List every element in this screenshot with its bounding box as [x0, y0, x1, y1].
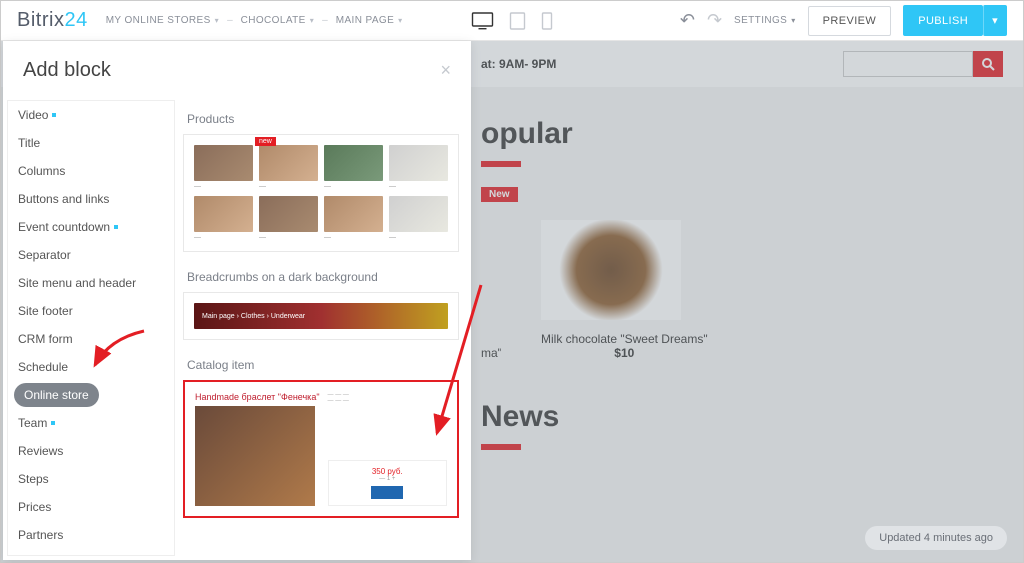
category-item[interactable]: Event countdown	[8, 213, 174, 241]
category-item[interactable]: About	[8, 549, 174, 556]
updated-badge: Updated 4 minutes ago	[865, 526, 1007, 550]
category-item[interactable]: Video	[8, 101, 174, 129]
block-breadcrumbs[interactable]: Main page › Clothes › Underwear	[183, 292, 459, 340]
publish-button[interactable]: PUBLISH	[903, 5, 983, 36]
add-block-modal: Add block × VideoTitleColumnsButtons and…	[3, 41, 471, 560]
desktop-icon[interactable]	[472, 12, 494, 30]
category-item[interactable]: Buttons and links	[8, 185, 174, 213]
phone-icon[interactable]	[542, 12, 553, 30]
category-item[interactable]: CRM form	[8, 325, 174, 353]
top-bar: Bitrix24 MY ONLINE STORES▾ – CHOCOLATE▾ …	[1, 1, 1023, 41]
category-item[interactable]: Schedule	[8, 353, 174, 381]
brand-logo: Bitrix24	[17, 9, 88, 32]
crumb-main-page[interactable]: MAIN PAGE▾	[336, 15, 403, 26]
device-switch	[472, 12, 553, 30]
undo-icon[interactable]: ↶	[680, 10, 695, 31]
category-item[interactable]: Partners	[8, 521, 174, 549]
category-item[interactable]: Title	[8, 129, 174, 157]
block-label: Products	[183, 100, 459, 134]
category-item[interactable]: Reviews	[8, 437, 174, 465]
buy-button-preview	[371, 486, 403, 499]
category-item[interactable]: Online store	[14, 383, 99, 407]
block-catalog-item[interactable]: Handmade браслет "Фенечка" — — —— — — 35…	[183, 380, 459, 518]
publish-dropdown[interactable]: ▾	[983, 5, 1007, 36]
category-item[interactable]: Team	[8, 409, 174, 437]
category-item[interactable]: Site menu and header	[8, 269, 174, 297]
redo-icon[interactable]: ↷	[707, 10, 722, 31]
block-label: Catalog item	[183, 346, 459, 380]
crumb-chocolate[interactable]: CHOCOLATE▾	[241, 15, 315, 26]
category-item[interactable]: Separator	[8, 241, 174, 269]
category-item[interactable]: Columns	[8, 157, 174, 185]
category-item[interactable]: Prices	[8, 493, 174, 521]
category-item[interactable]: Site footer	[8, 297, 174, 325]
tablet-icon[interactable]	[510, 12, 526, 30]
modal-title: Add block	[23, 59, 111, 82]
category-item[interactable]: Steps	[8, 465, 174, 493]
catalog-image	[195, 406, 315, 506]
block-preview-list[interactable]: Products — new— — — — — — — Breadcrumbs …	[175, 100, 467, 556]
block-products[interactable]: — new— — — — — — —	[183, 134, 459, 252]
preview-button[interactable]: PREVIEW	[808, 6, 892, 36]
settings-link[interactable]: SETTINGS▾	[734, 15, 796, 26]
crumb-my-stores[interactable]: MY ONLINE STORES▾	[106, 15, 219, 26]
block-label: Breadcrumbs on a dark background	[183, 258, 459, 292]
close-icon[interactable]: ×	[440, 60, 451, 81]
category-list[interactable]: VideoTitleColumnsButtons and linksEvent …	[7, 100, 175, 556]
